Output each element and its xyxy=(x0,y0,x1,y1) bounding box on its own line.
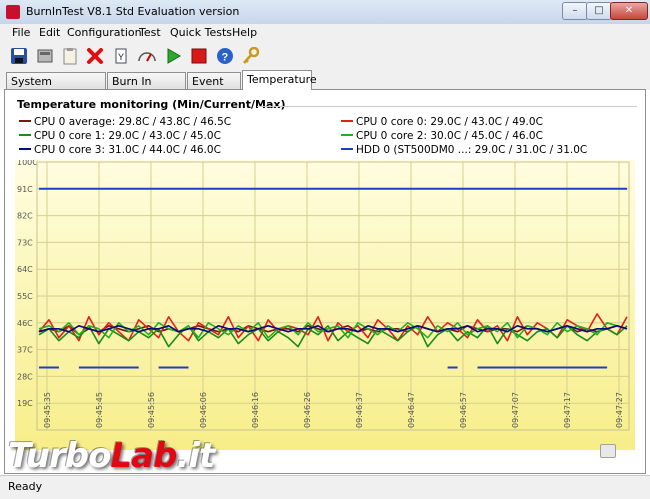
svg-text:Y: Y xyxy=(118,52,124,62)
x-tick-label: 09:45:45 xyxy=(95,392,104,428)
temperature-chart: 100C 91C 82C 73C 64C 55C 46C 37C 28C 19C 09:45:35 0… xyxy=(15,160,635,450)
section-title: Temperature monitoring (Min/Current/Max) xyxy=(17,98,286,111)
status-bar: Ready xyxy=(0,475,650,499)
watermark-logo: TurboLab.it xyxy=(8,436,215,476)
section-divider xyxy=(257,106,637,107)
play-icon[interactable] xyxy=(162,45,184,67)
status-text: Ready xyxy=(8,480,43,493)
legend-swatch xyxy=(19,134,31,136)
menu-test[interactable]: Test xyxy=(139,26,161,39)
clipboard-icon[interactable] xyxy=(59,45,81,67)
menu-edit[interactable]: Edit xyxy=(39,26,60,39)
minimize-button[interactable]: – xyxy=(562,2,588,20)
menu-bar: File Edit Configuration Test Quick Tests… xyxy=(0,24,650,42)
scroll-left-button[interactable] xyxy=(600,444,616,458)
y-tick-label: 100C xyxy=(17,160,38,167)
tab-burn-in-results[interactable]: Burn In Results xyxy=(107,72,186,105)
toolbar: Y ? xyxy=(0,42,650,70)
gauge-icon[interactable] xyxy=(136,45,158,67)
title-bar: BurnInTest V8.1 Std Evaluation version –… xyxy=(0,0,650,25)
menu-quick-tests[interactable]: Quick Tests xyxy=(170,26,232,39)
y-tick-label: 64C xyxy=(17,265,33,274)
y-tick-label: 46C xyxy=(17,319,33,328)
x-tick-label: 09:45:56 xyxy=(147,392,156,428)
y-tick-label: 55C xyxy=(17,292,33,301)
save-icon[interactable] xyxy=(8,45,30,67)
legend-swatch xyxy=(19,120,31,122)
x-tick-label: 09:46:26 xyxy=(303,392,312,428)
tab-system-information[interactable]: System Information xyxy=(6,72,106,105)
legend-cpu-core-3: CPU 0 core 3: 31.0C / 44.0C / 46.0C xyxy=(19,144,221,156)
legend-cpu-core-1: CPU 0 core 1: 29.0C / 43.0C / 45.0C xyxy=(19,130,221,142)
x-tick-label: 09:46:47 xyxy=(407,392,416,428)
y-tick-label: 28C xyxy=(17,372,33,381)
tab-event-log[interactable]: Event Log xyxy=(187,72,241,105)
x-tick-label: 09:46:16 xyxy=(251,392,260,428)
x-tick-label: 09:47:27 xyxy=(615,392,624,428)
y-tick-label: 37C xyxy=(17,346,33,355)
menu-help[interactable]: Help xyxy=(232,26,257,39)
close-button[interactable]: ✕ xyxy=(610,2,648,20)
legend-label: HDD 0 (ST500DM0 ...: 29.0C / 31.0C / 31.… xyxy=(356,144,588,156)
svg-text:?: ? xyxy=(222,52,229,64)
y-tick-label: 73C xyxy=(17,238,33,247)
stop-square-icon[interactable] xyxy=(188,45,210,67)
report-icon[interactable]: Y xyxy=(110,45,132,67)
y-tick-label: 91C xyxy=(17,185,33,194)
legend-swatch xyxy=(341,134,353,136)
legend-swatch xyxy=(341,148,353,150)
legend-cpu-core-0: CPU 0 core 0: 29.0C / 43.0C / 49.0C xyxy=(341,116,543,128)
app-icon xyxy=(6,5,20,19)
legend-label: CPU 0 core 1: 29.0C / 43.0C / 45.0C xyxy=(34,130,221,142)
maximize-button[interactable]: □ xyxy=(586,2,612,20)
menu-configuration[interactable]: Configuration xyxy=(67,26,142,39)
legend-label: CPU 0 average: 29.8C / 43.8C / 46.5C xyxy=(34,116,232,128)
stop-red-x-icon[interactable] xyxy=(84,45,106,67)
legend-label: CPU 0 core 0: 29.0C / 43.0C / 49.0C xyxy=(356,116,543,128)
legend-swatch xyxy=(19,148,31,150)
x-tick-label: 09:46:57 xyxy=(459,392,468,428)
legend-label: CPU 0 core 3: 31.0C / 44.0C / 46.0C xyxy=(34,144,221,156)
legend-cpu-average: CPU 0 average: 29.8C / 43.8C / 46.5C xyxy=(19,116,231,128)
y-tick-label: 82C xyxy=(17,212,33,221)
x-tick-label: 09:46:37 xyxy=(355,392,364,428)
key-icon[interactable] xyxy=(240,45,262,67)
tab-strip: System Information Burn In Results Event… xyxy=(0,70,650,105)
legend-cpu-core-2: CPU 0 core 2: 30.0C / 45.0C / 46.0C xyxy=(341,130,543,142)
legend-swatch xyxy=(341,120,353,122)
window-title: BurnInTest V8.1 Std Evaluation version xyxy=(26,5,240,18)
help-icon[interactable]: ? xyxy=(214,45,236,67)
legend-hdd-0: HDD 0 (ST500DM0 ...: 29.0C / 31.0C / 31.… xyxy=(341,144,587,156)
x-tick-label: 09:46:06 xyxy=(199,392,208,428)
x-tick-label: 09:47:07 xyxy=(511,392,520,428)
chart-background xyxy=(15,160,635,450)
legend-label: CPU 0 core 2: 30.0C / 45.0C / 46.0C xyxy=(356,130,543,142)
tab-temperature[interactable]: Temperature xyxy=(242,70,317,90)
disk-icon[interactable] xyxy=(34,45,56,67)
x-tick-label: 09:45:35 xyxy=(43,392,52,428)
y-tick-label: 19C xyxy=(17,399,33,408)
x-tick-label: 09:47:17 xyxy=(563,392,572,428)
menu-file[interactable]: File xyxy=(12,26,30,39)
